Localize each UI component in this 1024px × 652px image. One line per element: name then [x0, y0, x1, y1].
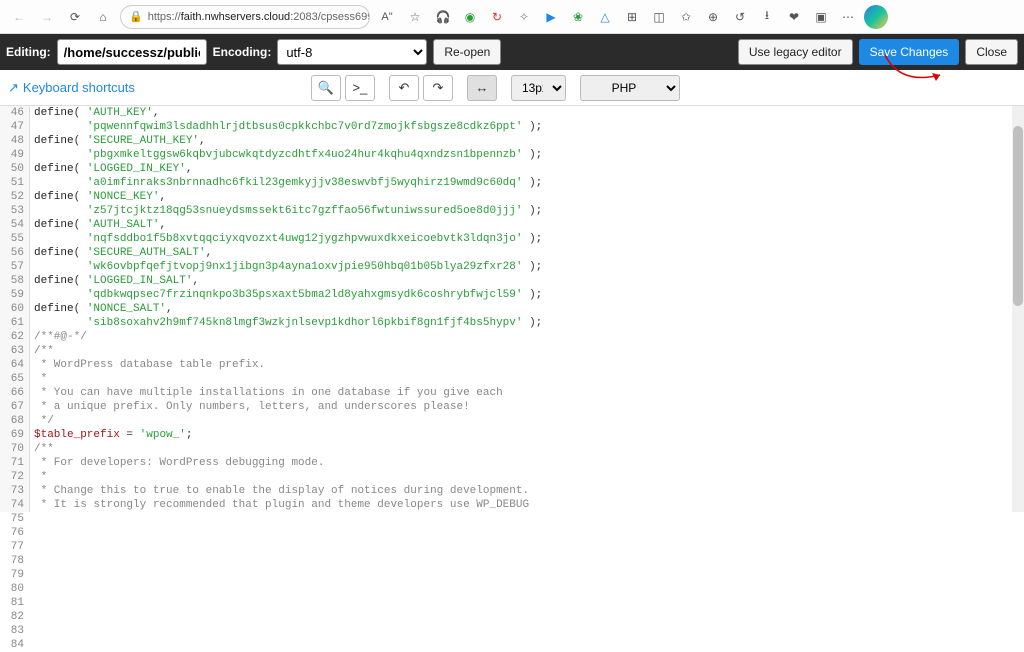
lock-icon: 🔒	[129, 10, 143, 23]
ext-play-icon[interactable]: ▶	[540, 6, 562, 28]
encoding-label: Encoding:	[213, 45, 272, 59]
editing-label: Editing:	[6, 45, 51, 59]
wrap-button[interactable]: ↔	[467, 75, 497, 101]
ext-triangle-icon[interactable]: △	[594, 6, 616, 28]
headphones-icon[interactable]: 🎧	[432, 6, 454, 28]
reader-icon[interactable]: A"	[376, 6, 398, 28]
screenshot-icon[interactable]: ▣	[810, 6, 832, 28]
favorite-icon[interactable]: ☆	[404, 6, 426, 28]
extensions-icon[interactable]: ⊞	[621, 6, 643, 28]
language-select[interactable]: PHP	[580, 75, 680, 101]
scrollbar-track[interactable]	[1012, 106, 1024, 512]
code-editor[interactable]: 4647484950515253545556575859606162636465…	[0, 106, 1024, 512]
save-changes-button[interactable]: Save Changes	[859, 39, 960, 65]
url-rest: :2083/cpsess6991773143/fronten...	[290, 11, 370, 23]
back-icon[interactable]: ←	[8, 6, 30, 28]
ext-leaf-icon[interactable]: ❀	[567, 6, 589, 28]
collections-icon[interactable]: ⊕	[702, 6, 724, 28]
forward-icon: →	[36, 6, 58, 28]
address-bar[interactable]: 🔒 https://faith.nwhservers.cloud:2083/cp…	[120, 5, 370, 29]
url-prefix: https://	[148, 11, 181, 23]
ext-green-icon[interactable]: ◉	[459, 6, 481, 28]
browser-toolbar: ← → ⟳ ⌂ 🔒 https://faith.nwhservers.cloud…	[0, 0, 1024, 34]
scrollbar-thumb[interactable]	[1013, 126, 1023, 306]
file-path-input[interactable]	[57, 39, 207, 65]
editor-toolbar: Editing: Encoding: utf-8 Re-open Use leg…	[0, 34, 1024, 70]
ext-red-icon[interactable]: ↻	[486, 6, 508, 28]
code-content[interactable]: define( 'AUTH_KEY', 'pqwennfqwim3lsdadhh…	[30, 106, 1024, 512]
favorites-bar-icon[interactable]: ✩	[675, 6, 697, 28]
tool-row: ↗ Keyboard shortcuts 🔍 >_ ↶ ↷ ↔ 13px PHP	[0, 70, 1024, 106]
font-size-select[interactable]: 13px	[511, 75, 566, 101]
history-icon[interactable]: ↺	[729, 6, 751, 28]
home-icon[interactable]: ⌂	[92, 6, 114, 28]
performance-icon[interactable]: ❤	[783, 6, 805, 28]
keyboard-shortcuts-label: Keyboard shortcuts	[23, 80, 135, 95]
encoding-select[interactable]: utf-8	[277, 39, 427, 65]
more-icon[interactable]: ⋯	[837, 6, 859, 28]
refresh-icon[interactable]: ⟳	[64, 6, 86, 28]
close-button[interactable]: Close	[965, 39, 1018, 65]
legacy-editor-button[interactable]: Use legacy editor	[738, 39, 853, 65]
terminal-button[interactable]: >_	[345, 75, 375, 101]
redo-button[interactable]: ↷	[423, 75, 453, 101]
line-gutter: 4647484950515253545556575859606162636465…	[0, 106, 30, 512]
search-button[interactable]: 🔍	[311, 75, 341, 101]
url-host: faith.nwhservers.cloud	[181, 11, 290, 23]
undo-button[interactable]: ↶	[389, 75, 419, 101]
copilot-icon[interactable]	[864, 5, 888, 29]
ext-wand-icon[interactable]: ✧	[513, 6, 535, 28]
external-icon: ↗	[8, 80, 19, 96]
keyboard-shortcuts-link[interactable]: ↗ Keyboard shortcuts	[8, 80, 135, 96]
split-icon[interactable]: ◫	[648, 6, 670, 28]
reopen-button[interactable]: Re-open	[433, 39, 501, 65]
downloads-icon[interactable]: ⭳	[756, 6, 778, 28]
